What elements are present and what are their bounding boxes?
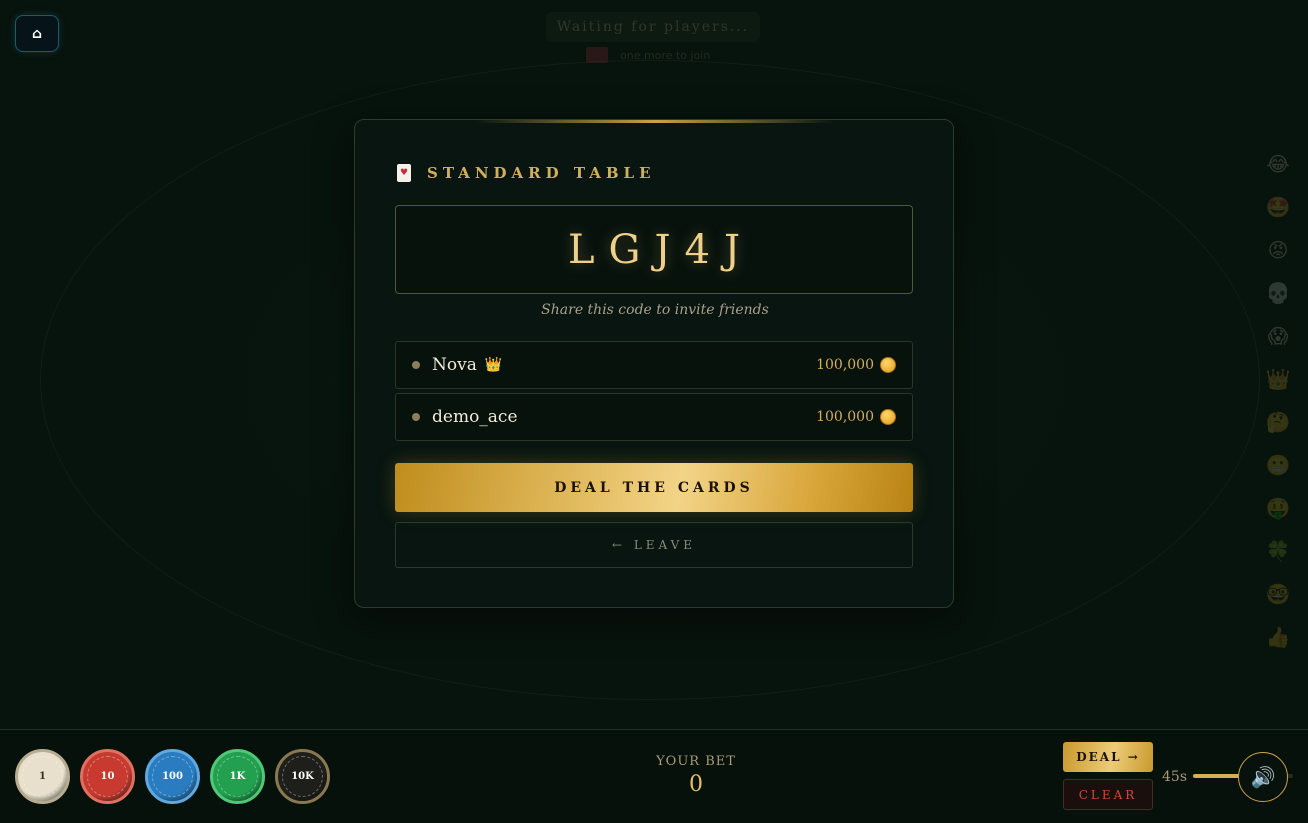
emoji-reaction[interactable]: 😡	[1268, 236, 1289, 264]
timer-unit: s	[1179, 769, 1188, 785]
emoji-reaction-rail: 😂 🤩 😡 💀 😱 👑 🤔 😬 🤑 🍀 🤓 👍	[1264, 150, 1292, 651]
room-code-box[interactable]: LGJ4J	[395, 205, 913, 294]
player-chips: 100,000	[816, 357, 896, 373]
emoji-reaction[interactable]: 👍	[1266, 623, 1291, 651]
table-title: STANDARD TABLE	[427, 164, 656, 182]
player-row: demo_ace 100,000	[395, 393, 913, 441]
chip-label: 1K	[229, 771, 246, 782]
emoji-reaction[interactable]: 🤔	[1266, 408, 1291, 436]
waiting-subtitle: one more to join	[566, 44, 736, 66]
chip-100[interactable]: 100	[145, 749, 200, 804]
emoji-reaction[interactable]: 🤑	[1266, 494, 1291, 522]
emoji-reaction[interactable]: 🤓	[1266, 580, 1291, 608]
emoji-reaction[interactable]: 😬	[1266, 451, 1291, 479]
emoji-reaction[interactable]: 😂	[1266, 150, 1289, 178]
deal-the-cards-button[interactable]: DEAL THE CARDS	[395, 463, 913, 512]
waiting-banner: Waiting for players...	[546, 12, 760, 42]
sound-toggle-button[interactable]: 🔊	[1238, 752, 1288, 802]
chip-1[interactable]: 1	[15, 749, 70, 804]
speaker-icon: 🔊	[1250, 765, 1276, 789]
emoji-reaction[interactable]: 💀	[1266, 279, 1291, 307]
player-status-dot	[412, 413, 420, 421]
turn-timer: 45s	[1162, 769, 1187, 785]
player-chip-count: 100,000	[816, 357, 874, 373]
your-bet-value: 0	[689, 772, 703, 797]
chip-1k[interactable]: 1K	[210, 749, 265, 804]
chip-label: 100	[162, 771, 183, 782]
playing-card-icon: ♥	[397, 164, 411, 182]
coin-icon	[880, 357, 896, 373]
deal-button[interactable]: DEAL →	[1063, 742, 1153, 772]
emoji-reaction[interactable]: 😱	[1268, 322, 1289, 350]
lobby-panel: ♥ STANDARD TABLE LGJ4J Share this code t…	[354, 119, 954, 608]
panel-header: ♥ STANDARD TABLE	[397, 162, 656, 184]
share-hint: Share this code to invite friends	[541, 302, 769, 318]
emoji-reaction[interactable]: 🤩	[1266, 193, 1291, 221]
chip-label: 10K	[291, 771, 314, 782]
player-name: Nova	[432, 355, 477, 375]
crown-icon: 👑	[484, 357, 503, 373]
your-bet-label: YOUR BET	[656, 754, 736, 769]
chip-10k[interactable]: 10K	[275, 749, 330, 804]
clear-button[interactable]: CLEAR	[1063, 779, 1153, 810]
mini-card-icon	[586, 47, 608, 63]
leave-button[interactable]: ← LEAVE	[395, 522, 913, 568]
room-code: LGJ4J	[567, 226, 755, 273]
coin-icon	[880, 409, 896, 425]
chip-10[interactable]: 10	[80, 749, 135, 804]
panel-accent-line	[475, 120, 835, 123]
player-chips: 100,000	[816, 409, 896, 425]
emoji-reaction[interactable]: 👑	[1266, 365, 1291, 393]
waiting-subtitle-text: one more to join	[620, 48, 711, 62]
chip-label: 10	[100, 771, 115, 782]
emoji-reaction[interactable]: 🍀	[1266, 537, 1291, 565]
chip-label: 1	[39, 771, 46, 782]
home-button[interactable]: ⌂	[15, 15, 59, 52]
player-status-dot	[412, 361, 420, 369]
player-name: demo_ace	[432, 407, 518, 427]
player-chip-count: 100,000	[816, 409, 874, 425]
betting-bar: 1 10 100 1K 10K YOUR BET 0 DEAL → CLEAR …	[0, 729, 1308, 823]
player-row: Nova 👑 100,000	[395, 341, 913, 389]
home-icon: ⌂	[31, 25, 43, 42]
timer-value: 45	[1162, 769, 1180, 785]
